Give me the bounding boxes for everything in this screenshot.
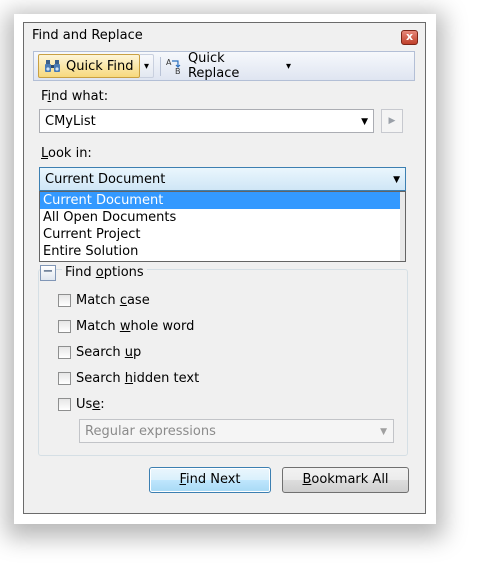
look-in-dropdown-list: Current Document All Open Documents Curr… (39, 191, 406, 262)
find-options-title: Find options (62, 265, 147, 280)
quick-replace-label: Quick Replace (187, 51, 240, 81)
checkbox-box[interactable] (58, 398, 71, 411)
chevron-down-icon[interactable]: ▼ (393, 175, 400, 185)
look-in-option[interactable]: All Open Documents (40, 209, 405, 226)
close-icon: x (405, 30, 414, 43)
search-hidden-text-checkbox[interactable]: Search hidden text (58, 371, 199, 386)
look-in-option[interactable]: Entire Solution (40, 243, 405, 260)
quick-replace-button[interactable]: A B Quick Replace ▾ (166, 51, 291, 81)
checkbox-box[interactable] (58, 346, 71, 359)
binoculars-icon (45, 60, 60, 72)
minus-icon: − (42, 264, 54, 279)
collapse-toggle[interactable]: − (40, 265, 56, 281)
toolbar-separator (160, 57, 161, 76)
window-title: Find and Replace (32, 28, 143, 43)
quick-find-label: Quick Find (66, 58, 134, 74)
quick-find-dropdown[interactable]: ▾ (140, 54, 154, 78)
look-in-option[interactable]: Current Document (40, 192, 405, 209)
search-up-checkbox[interactable]: Search up (58, 345, 141, 360)
look-in-select[interactable]: Current Document ▼ (39, 167, 406, 191)
chevron-down-icon: ▾ (143, 60, 150, 72)
close-button[interactable]: x (401, 30, 418, 45)
checkbox-label: Match case (76, 293, 150, 308)
find-what-input[interactable]: CMyList ▼ (39, 109, 374, 133)
use-checkbox[interactable]: Use: (58, 397, 105, 412)
svg-text:A: A (166, 58, 172, 67)
use-type-value: Regular expressions (85, 424, 216, 439)
find-next-button[interactable]: Find Next (149, 467, 271, 493)
svg-text:B: B (175, 67, 180, 75)
replace-icon: A B (166, 58, 180, 75)
dropdown-scrollbar[interactable] (400, 192, 405, 261)
title-bar[interactable]: Find and Replace x (24, 23, 425, 49)
match-whole-word-checkbox[interactable]: Match whole word (58, 319, 194, 334)
bookmark-all-button[interactable]: Bookmark All (282, 467, 409, 493)
checkbox-label: Search up (76, 345, 142, 360)
find-what-label: Find what: (41, 89, 109, 104)
checkbox-label: Search hidden text (76, 371, 200, 386)
find-go-button[interactable]: ▶ (381, 109, 403, 133)
checkbox-box[interactable] (58, 320, 71, 333)
match-case-checkbox[interactable]: Match case (58, 293, 150, 308)
checkbox-label: Match whole word (76, 319, 195, 334)
chevron-down-icon: ▾ (285, 60, 291, 72)
look-in-option[interactable]: Current Project (40, 226, 405, 243)
find-replace-dialog: Find and Replace x Quick Find ▾ A B Quic… (23, 22, 426, 514)
find-what-value: CMyList (45, 114, 96, 129)
quick-find-button[interactable]: Quick Find (38, 54, 140, 78)
look-in-label: Look in: (41, 146, 92, 161)
play-arrow-icon: ▶ (388, 116, 396, 126)
checkbox-box[interactable] (58, 294, 71, 307)
checkbox-box[interactable] (58, 372, 71, 385)
chevron-down-icon[interactable]: ▼ (361, 117, 368, 127)
checkbox-label: Use: (76, 397, 105, 412)
look-in-value: Current Document (45, 172, 166, 187)
chevron-down-icon: ▼ (380, 427, 387, 437)
mode-toolbar: Quick Find ▾ A B Quick Replace ▾ (33, 51, 415, 81)
use-type-select[interactable]: Regular expressions ▼ (79, 419, 394, 443)
